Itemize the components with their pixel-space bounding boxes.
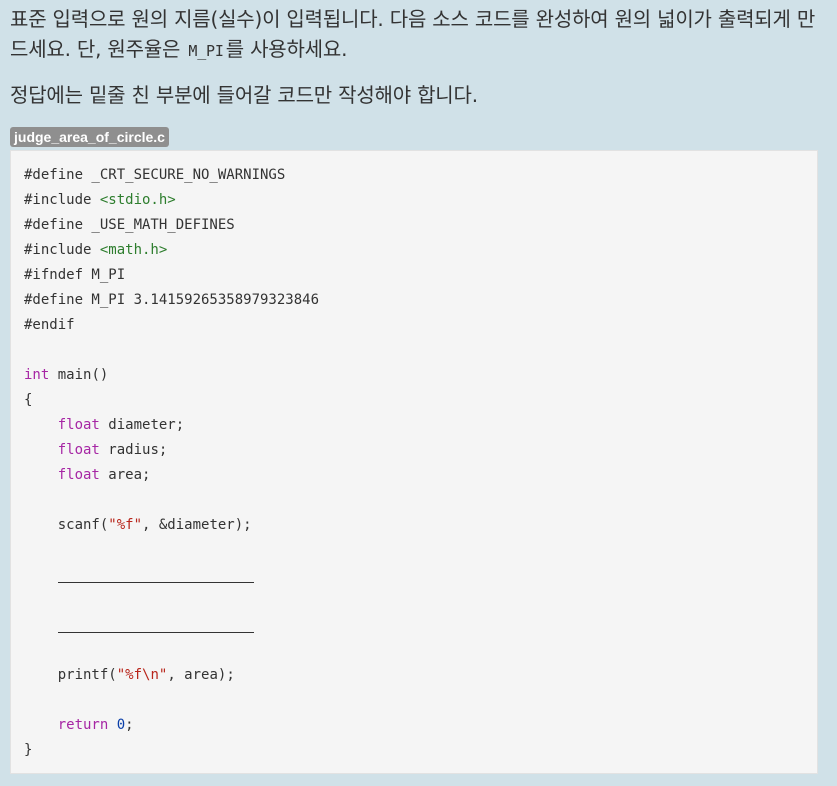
answer-blank-1 bbox=[57, 568, 254, 583]
code-line-10: { bbox=[24, 392, 33, 408]
code-line-2: #include <stdio.h> bbox=[24, 192, 176, 208]
code-line-6: #define M_PI 3.14159265358979323846 bbox=[24, 292, 320, 308]
code-line-19 bbox=[24, 613, 804, 638]
description-text-a: 표준 입력으로 원의 지름(실수)이 입력됩니다. 다음 소스 코드를 완성하여… bbox=[10, 7, 816, 61]
code-block: #define _CRT_SECURE_NO_WARNINGS #include… bbox=[10, 150, 818, 774]
problem-description: 표준 입력으로 원의 지름(실수)이 입력됩니다. 다음 소스 코드를 완성하여… bbox=[10, 4, 820, 66]
answer-instruction: 정답에는 밑줄 친 부분에 들어갈 코드만 작성해야 합니다. bbox=[10, 83, 478, 107]
code-line-4: #include <math.h> bbox=[24, 242, 168, 258]
code-line-7: #endif bbox=[24, 317, 75, 333]
code-line-5: #ifndef M_PI bbox=[24, 267, 126, 283]
code-line-15: scanf("%f", &diameter); bbox=[57, 517, 252, 533]
problem-content: 표준 입력으로 원의 지름(실수)이 입력됩니다. 다음 소스 코드를 완성하여… bbox=[10, 4, 820, 774]
code-line-17 bbox=[24, 563, 804, 588]
code-line-12: float radius; bbox=[57, 442, 168, 458]
answer-blank-2 bbox=[57, 618, 254, 633]
description-text-b: 를 사용하세요. bbox=[225, 37, 348, 61]
m-pi-inline-code: M_PI bbox=[188, 42, 224, 60]
code-line-9: int main() bbox=[24, 367, 109, 383]
code-line-13: float area; bbox=[57, 467, 151, 483]
code-line-11: float diameter; bbox=[57, 417, 185, 433]
code-line-24: } bbox=[24, 742, 33, 758]
code-line-21: printf("%f\n", area); bbox=[57, 667, 235, 683]
code-line-3: #define _USE_MATH_DEFINES bbox=[24, 217, 235, 233]
file-name-label: judge_area_of_circle.c bbox=[10, 127, 169, 147]
code-line-1: #define _CRT_SECURE_NO_WARNINGS bbox=[24, 167, 286, 183]
code-line-23: return 0; bbox=[57, 717, 134, 733]
